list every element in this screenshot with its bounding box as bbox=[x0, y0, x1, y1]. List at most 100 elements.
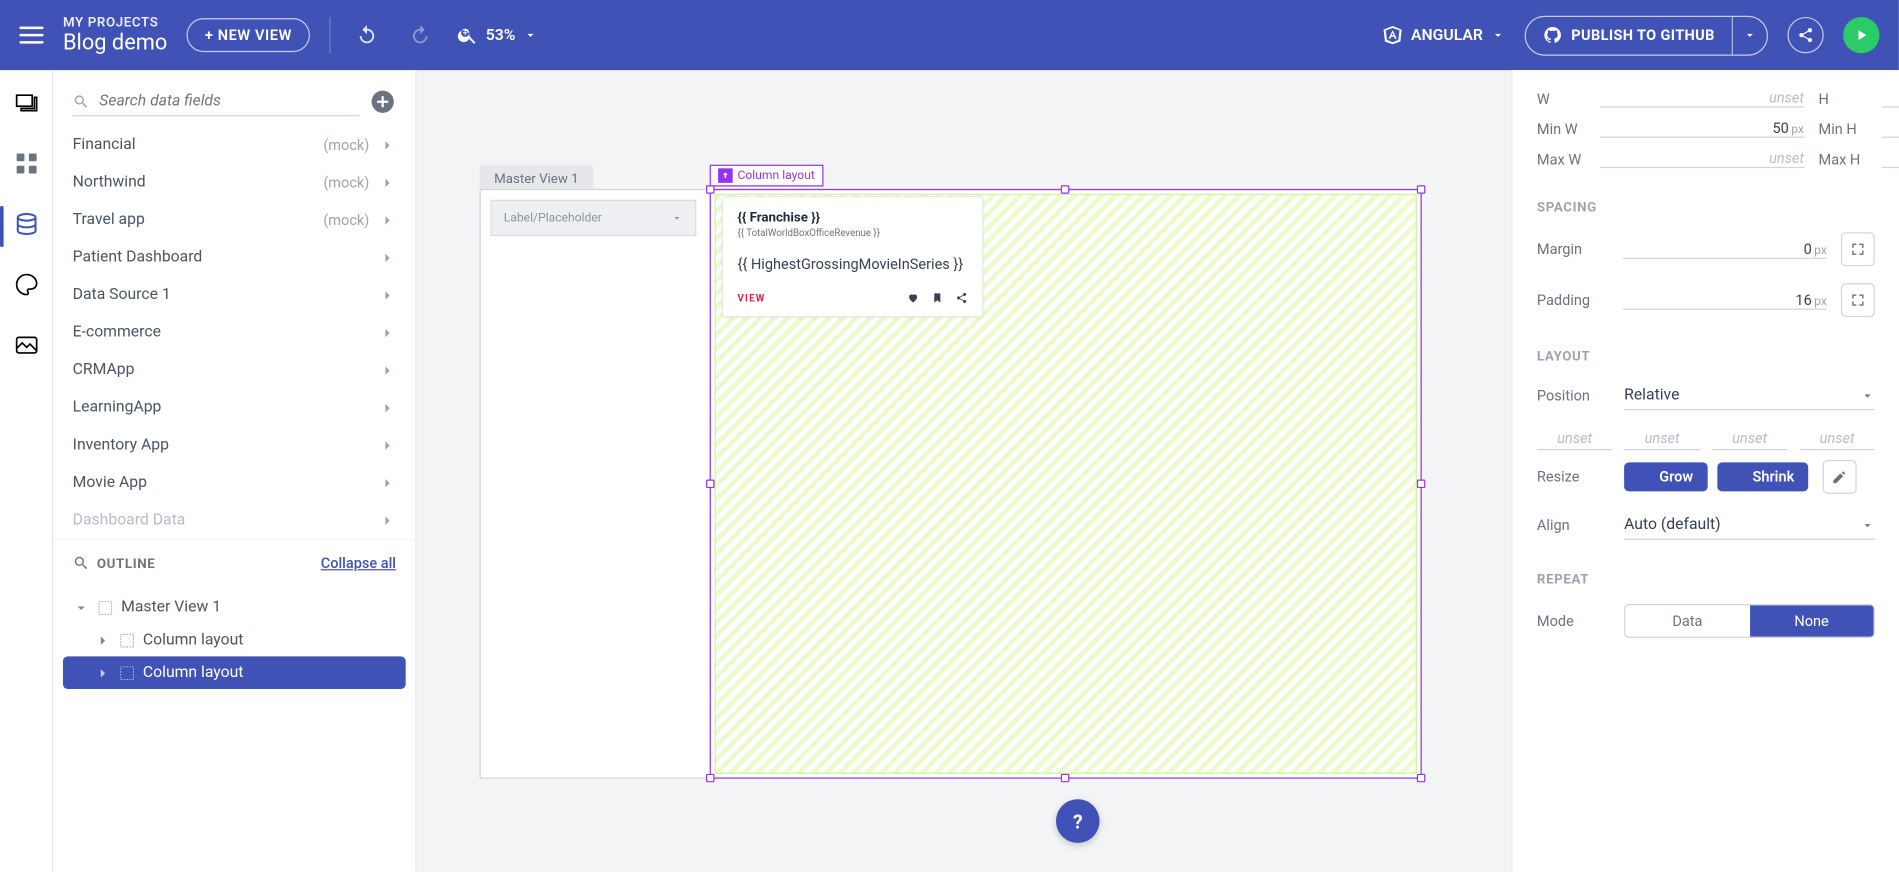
resize-handle[interactable] bbox=[1417, 774, 1425, 782]
canvas[interactable]: Master View 1 Label/Placeholder Column l… bbox=[417, 70, 1512, 872]
card-title: {{ Franchise }} bbox=[737, 210, 967, 226]
data-source-item[interactable]: Travel app(mock) bbox=[53, 201, 415, 239]
resize-handle[interactable] bbox=[706, 774, 714, 782]
resize-handle[interactable] bbox=[1417, 479, 1425, 487]
publish-label: PUBLISH TO GITHUB bbox=[1571, 27, 1714, 44]
position-select[interactable]: Relative bbox=[1624, 381, 1875, 410]
data-source-item[interactable]: Patient Dashboard bbox=[53, 239, 415, 277]
preview-button[interactable] bbox=[1843, 17, 1879, 53]
data-source-item[interactable]: Dashboard Data bbox=[53, 501, 415, 539]
rail-views[interactable] bbox=[13, 90, 40, 121]
mode-none-button[interactable]: None bbox=[1749, 606, 1873, 637]
heart-icon[interactable] bbox=[907, 292, 919, 304]
position-label: Position bbox=[1537, 388, 1610, 405]
share-icon[interactable] bbox=[955, 292, 967, 304]
new-view-button[interactable]: + NEW VIEW bbox=[187, 18, 310, 52]
resize-handle[interactable] bbox=[706, 185, 714, 193]
select-parent-icon[interactable] bbox=[718, 168, 733, 183]
padding-expand-button[interactable] bbox=[1841, 283, 1874, 317]
pos-right-input[interactable] bbox=[1624, 427, 1699, 450]
pos-bottom-input[interactable] bbox=[1712, 427, 1787, 450]
play-icon bbox=[1853, 27, 1870, 44]
resize-label: Resize bbox=[1537, 469, 1610, 486]
chevron-right-icon bbox=[379, 512, 396, 529]
card-component[interactable]: {{ Franchise }} {{ TotalWorldBoxOfficeRe… bbox=[722, 196, 984, 317]
card-view-link[interactable]: VIEW bbox=[737, 292, 765, 303]
chevron-right-icon bbox=[379, 174, 396, 191]
placeholder-dropdown[interactable]: Label/Placeholder bbox=[490, 200, 696, 236]
data-source-item[interactable]: Data Source 1 bbox=[53, 276, 415, 314]
resize-handle[interactable] bbox=[706, 479, 714, 487]
shrink-button[interactable]: Shrink bbox=[1717, 463, 1808, 492]
my-projects-label[interactable]: MY PROJECTS bbox=[63, 14, 167, 30]
share-button[interactable] bbox=[1787, 17, 1823, 53]
margin-input[interactable] bbox=[1623, 240, 1812, 257]
collapse-all-link[interactable]: Collapse all bbox=[321, 555, 396, 572]
data-source-item[interactable]: LearningApp bbox=[53, 389, 415, 427]
maxh-input[interactable] bbox=[1881, 150, 1899, 167]
minw-input[interactable] bbox=[1600, 120, 1789, 137]
align-select[interactable]: Auto (default) bbox=[1624, 511, 1875, 540]
chevron-right-icon bbox=[379, 474, 396, 491]
mode-data-button[interactable]: Data bbox=[1625, 606, 1749, 637]
grow-button[interactable]: Grow bbox=[1624, 463, 1708, 492]
card-line2: {{ HighestGrossingMovieInSeries }} bbox=[737, 256, 967, 273]
chevron-down-icon bbox=[1860, 518, 1875, 533]
rail-data[interactable] bbox=[13, 211, 40, 242]
publish-dropdown[interactable] bbox=[1732, 16, 1767, 54]
resize-edit-button[interactable] bbox=[1823, 460, 1857, 494]
data-source-item[interactable]: Financial(mock) bbox=[53, 126, 415, 164]
data-source-item[interactable]: Northwind(mock) bbox=[53, 163, 415, 201]
publish-group: PUBLISH TO GITHUB bbox=[1524, 15, 1768, 55]
height-label: H bbox=[1818, 90, 1866, 107]
resize-handle[interactable] bbox=[1417, 185, 1425, 193]
maxw-input[interactable] bbox=[1600, 150, 1804, 167]
tree-label: Master View 1 bbox=[121, 598, 221, 616]
spacing-section-title: SPACING bbox=[1537, 200, 1875, 216]
menu-icon[interactable] bbox=[19, 27, 43, 44]
placeholder-label: Label/Placeholder bbox=[504, 211, 602, 224]
search-input[interactable] bbox=[99, 92, 359, 110]
zoom-icon bbox=[457, 24, 479, 46]
framework-label: ANGULAR bbox=[1411, 26, 1483, 44]
selection-label[interactable]: Column layout bbox=[710, 165, 824, 187]
bookmark-icon[interactable] bbox=[931, 292, 943, 304]
search-data-fields[interactable] bbox=[73, 87, 360, 116]
data-source-item[interactable]: Inventory App bbox=[53, 426, 415, 464]
chevron-down-icon bbox=[1860, 388, 1875, 403]
project-title: Blog demo bbox=[63, 30, 167, 56]
rail-components[interactable] bbox=[13, 150, 40, 181]
zoom-control[interactable]: 53% bbox=[457, 24, 537, 46]
data-source-item[interactable]: E-commerce bbox=[53, 314, 415, 352]
pos-left-input[interactable] bbox=[1799, 427, 1874, 450]
undo-icon[interactable] bbox=[350, 18, 384, 52]
add-data-source-icon[interactable] bbox=[369, 88, 396, 115]
rail-theme[interactable] bbox=[13, 271, 40, 302]
pos-top-input[interactable] bbox=[1537, 427, 1612, 450]
margin-expand-button[interactable] bbox=[1841, 233, 1874, 267]
divider bbox=[330, 17, 331, 53]
data-source-item[interactable]: CRMApp bbox=[53, 351, 415, 389]
data-source-item[interactable]: Movie App bbox=[53, 464, 415, 502]
search-icon[interactable] bbox=[73, 555, 90, 572]
tree-column-layout-2[interactable]: Column layout bbox=[63, 656, 406, 689]
rail-assets[interactable] bbox=[13, 332, 40, 363]
framework-selector[interactable]: ANGULAR bbox=[1382, 24, 1505, 46]
redo-icon[interactable] bbox=[403, 18, 437, 52]
tree-label: Column layout bbox=[143, 664, 244, 682]
chevron-right-icon bbox=[379, 249, 396, 266]
outline-header: OUTLINE Collapse all bbox=[53, 539, 415, 586]
tree-master-view[interactable]: Master View 1 bbox=[63, 591, 406, 624]
components-icon bbox=[13, 150, 40, 177]
help-button[interactable]: ? bbox=[1056, 799, 1100, 843]
resize-handle[interactable] bbox=[1061, 774, 1069, 782]
height-input[interactable] bbox=[1881, 90, 1899, 107]
expand-icon bbox=[1849, 241, 1866, 258]
minh-input[interactable] bbox=[1881, 120, 1899, 137]
width-input[interactable] bbox=[1600, 90, 1804, 107]
tree-column-layout-1[interactable]: Column layout bbox=[63, 624, 406, 657]
share-icon bbox=[1797, 27, 1814, 44]
padding-input[interactable] bbox=[1623, 291, 1812, 308]
resize-handle[interactable] bbox=[1061, 185, 1069, 193]
publish-button[interactable]: PUBLISH TO GITHUB bbox=[1525, 18, 1731, 52]
